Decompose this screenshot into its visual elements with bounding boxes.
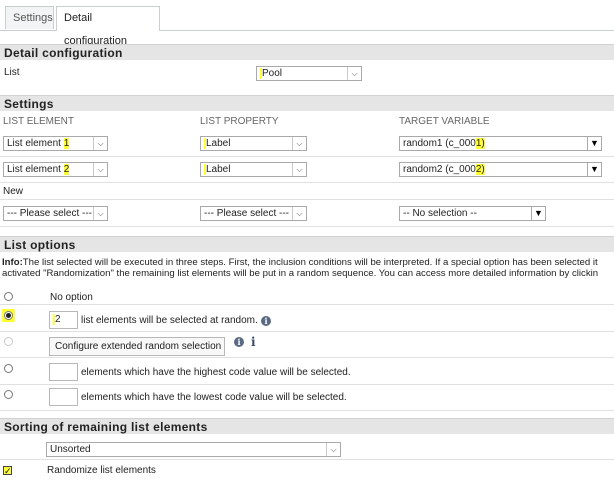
- new-row-label: New: [3, 186, 24, 197]
- highest-value-label: elements which have the highest code val…: [81, 367, 351, 378]
- configure-extended-random-button[interactable]: Configure extended random selection: [49, 337, 225, 356]
- list-label: List: [4, 67, 20, 78]
- tab-detail-configuration-label: Detail configuration: [64, 12, 127, 47]
- tab-settings[interactable]: Settings: [5, 6, 54, 29]
- section-list-options: List options: [0, 236, 614, 252]
- chevron-down-icon: ⌵: [292, 137, 306, 150]
- list-property-select[interactable]: Label ⌵: [200, 136, 307, 151]
- new-list-property-value: --- Please select ---: [204, 208, 290, 219]
- info-label: Info:: [2, 257, 23, 268]
- column-header-target-variable: TARGET VARIABLE: [399, 116, 490, 127]
- section-settings: Settings: [0, 95, 614, 111]
- list-select-value: Pool: [262, 68, 283, 79]
- section-sorting: Sorting of remaining list elements: [0, 418, 614, 434]
- caret-down-icon: ▼: [587, 137, 601, 150]
- caret-down-icon: ▼: [531, 207, 545, 220]
- target-variable-select[interactable]: random2 (c_0002) ▼: [399, 162, 602, 177]
- chevron-down-icon: ⌵: [93, 207, 107, 220]
- info-icon[interactable]: i: [251, 335, 256, 349]
- lowest-count-input[interactable]: [49, 388, 78, 406]
- no-option-label: No option: [50, 292, 93, 303]
- target-variable-text: random1 (c_000: [403, 138, 476, 149]
- list-select[interactable]: Pool ⌵: [256, 66, 362, 81]
- randomize-label: Randomize list elements: [47, 465, 156, 476]
- info-circle-icon[interactable]: i: [261, 316, 271, 326]
- highest-count-input[interactable]: [49, 363, 78, 381]
- sort-select[interactable]: Unsorted ⌵: [46, 442, 341, 457]
- new-list-property-select[interactable]: --- Please select --- ⌵: [200, 206, 307, 221]
- new-list-element-value: --- Please select ---: [7, 208, 93, 219]
- new-list-element-select[interactable]: --- Please select --- ⌵: [3, 206, 108, 221]
- list-element-number: 2: [63, 164, 70, 175]
- caret-down-icon: ▼: [587, 163, 601, 176]
- random-option-radio[interactable]: [4, 311, 13, 320]
- extended-random-radio[interactable]: [4, 337, 13, 346]
- chevron-down-icon: ⌵: [347, 67, 361, 80]
- info-text: The list selected will be executed in th…: [22, 257, 598, 268]
- list-element-select[interactable]: List element 2 ⌵: [3, 162, 108, 177]
- list-element-text: List element: [7, 138, 64, 149]
- section-detail-configuration: Detail configuration: [0, 44, 614, 60]
- chevron-down-icon: ⌵: [93, 163, 107, 176]
- target-variable-text: random2 (c_000: [403, 164, 476, 175]
- chevron-down-icon: ⌵: [326, 443, 340, 456]
- info-circle-icon[interactable]: i: [234, 337, 244, 347]
- target-variable-select[interactable]: random1 (c_0001) ▼: [399, 136, 602, 151]
- list-element-number: 1: [63, 138, 70, 149]
- chevron-down-icon: ⌵: [292, 163, 306, 176]
- list-property-select[interactable]: Label ⌵: [200, 162, 307, 177]
- new-target-variable-value: -- No selection --: [403, 208, 477, 219]
- new-target-variable-select[interactable]: -- No selection -- ▼: [399, 206, 546, 221]
- chevron-down-icon: ⌵: [292, 207, 306, 220]
- no-option-radio[interactable]: [4, 292, 13, 301]
- checkmark-icon: ✓: [4, 466, 12, 476]
- random-count-value: 2: [55, 314, 61, 325]
- lowest-value-radio[interactable]: [4, 390, 13, 399]
- column-header-list-element: LIST ELEMENT: [3, 116, 74, 127]
- list-element-text: List element: [7, 164, 64, 175]
- randomize-checkbox[interactable]: ✓: [3, 466, 12, 476]
- tab-detail-configuration[interactable]: Detail configuration: [56, 6, 160, 47]
- list-property-value: Label: [206, 138, 231, 149]
- column-header-list-property: LIST PROPERTY: [200, 116, 279, 127]
- target-variable-highlight: 1): [475, 138, 485, 149]
- highest-value-radio[interactable]: [4, 364, 13, 373]
- info-text-line-2: activated "Randomization" the remaining …: [2, 268, 599, 279]
- tab-settings-label: Settings: [13, 12, 53, 24]
- info-text-line-1: Info:The list selected will be executed …: [2, 257, 598, 268]
- list-property-value: Label: [206, 164, 231, 175]
- lowest-value-label: elements which have the lowest code valu…: [81, 392, 347, 403]
- random-count-input[interactable]: 2: [49, 311, 78, 329]
- list-element-select[interactable]: List element 1 ⌵: [3, 136, 108, 151]
- chevron-down-icon: ⌵: [93, 137, 107, 150]
- sort-select-value: Unsorted: [50, 444, 91, 455]
- target-variable-highlight: 2): [475, 164, 485, 175]
- random-option-label: list elements will be selected at random…: [81, 315, 258, 326]
